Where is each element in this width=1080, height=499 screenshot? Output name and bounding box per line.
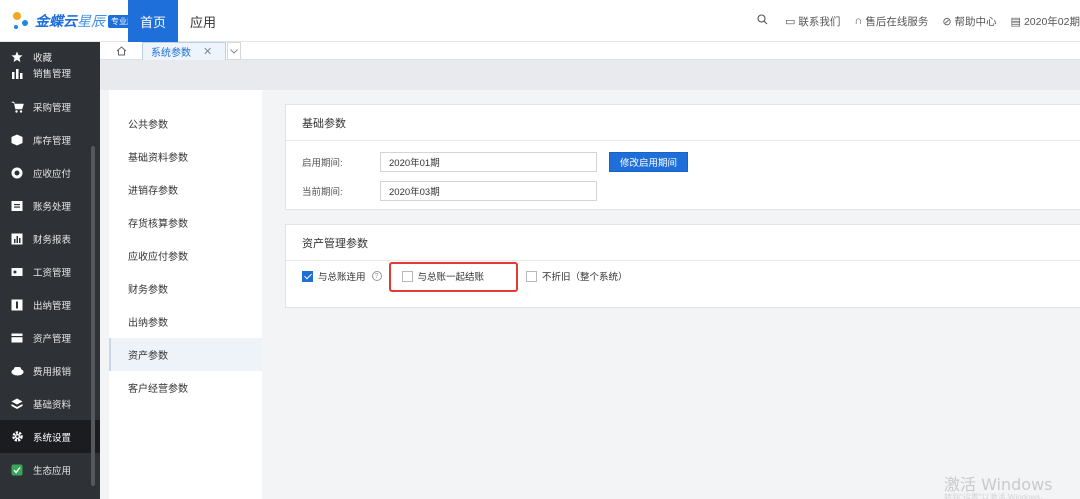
asset-icon: [10, 331, 24, 345]
payroll-icon: [10, 265, 24, 279]
sidebar: 收藏 销售管理 采购管理 库存管理 应收应付 账务处理 财务报表 工资管理 出纳…: [0, 42, 100, 499]
menu-item-finance-params[interactable]: 财务参数: [109, 272, 262, 305]
sidebar-item-ledger[interactable]: 账务处理: [0, 189, 100, 222]
gear-icon: [10, 430, 24, 444]
help-icon[interactable]: ?: [371, 271, 382, 281]
sidebar-item-assets[interactable]: 资产管理: [0, 321, 100, 354]
cart-icon: [10, 100, 24, 114]
option-link-gl[interactable]: 与总账连用 ?: [302, 269, 382, 283]
panel-title: 资产管理参数: [286, 225, 1080, 261]
field-label: 当前期间:: [302, 187, 343, 198]
sidebar-item-inventory[interactable]: 库存管理: [0, 123, 100, 156]
sidebar-item-receivables[interactable]: 应收应付: [0, 156, 100, 189]
menu-item-cashier-params[interactable]: 出纳参数: [109, 305, 262, 338]
home-tab-icon[interactable]: [114, 42, 128, 59]
toolbar-area: [100, 60, 1080, 90]
chevron-down-icon[interactable]: [227, 42, 241, 60]
current-period-row: 当前期间: 2020年03期: [302, 181, 597, 201]
menu-item-purchase-sales-params[interactable]: 进销存参数: [109, 173, 262, 206]
cube-icon: [10, 133, 24, 147]
panel-title: 基础参数: [286, 105, 1080, 141]
ledger-icon: [10, 199, 24, 213]
sidebar-item-expenses[interactable]: 费用报销: [0, 354, 100, 387]
menu-item-customer-params[interactable]: 客户经营参数: [109, 371, 262, 404]
sidebar-scrollbar[interactable]: [91, 146, 95, 486]
help-center-link[interactable]: ⊘ 帮助中心: [942, 14, 996, 29]
checkbox-unchecked[interactable]: [526, 270, 538, 282]
sidebar-item-payroll[interactable]: 工资管理: [0, 255, 100, 288]
headset-icon: ∩: [854, 15, 863, 27]
menu-item-master-data-params[interactable]: 基础资料参数: [109, 140, 262, 173]
coin-icon: [10, 166, 24, 180]
current-period-field[interactable]: 2020年03期: [380, 181, 597, 201]
brand-name: 金蝶云星辰: [35, 13, 105, 29]
menu-item-inventory-costing-params[interactable]: 存货核算参数: [109, 206, 262, 239]
search-button[interactable]: [757, 14, 771, 28]
after-sales-link[interactable]: ∩ 售后在线服务: [854, 14, 928, 29]
sidebar-item-reports[interactable]: 财务报表: [0, 222, 100, 255]
contact-icon: ▭: [785, 15, 796, 28]
sidebar-item-master-data[interactable]: 基础资料: [0, 387, 100, 420]
cashier-icon: [10, 298, 24, 312]
nav-home[interactable]: 首页: [128, 0, 178, 42]
sidebar-item-system-settings[interactable]: 系统设置: [0, 420, 100, 453]
menu-item-public-params[interactable]: 公共参数: [109, 107, 262, 140]
option-no-depreciation[interactable]: 不折旧（整个系统）: [526, 269, 628, 283]
enable-period-field[interactable]: 2020年01期: [380, 152, 597, 172]
nav-apps[interactable]: 应用: [190, 0, 216, 42]
top-bar: 金蝶云星辰 专业版 首页 应用 ▭ 联系我们 ∩ 售后在线服务 ⊘ 帮助中心 ▤…: [0, 0, 1080, 42]
bar-chart-icon: [10, 66, 24, 80]
highlight-box: [389, 262, 518, 292]
enable-period-row: 启用期间: 2020年01期 修改启用期间: [302, 152, 689, 172]
help-circle-icon: ⊘: [942, 15, 952, 28]
report-icon: [10, 232, 24, 246]
sidebar-item-eco-apps[interactable]: 生态应用: [0, 453, 100, 486]
menu-item-asset-params[interactable]: 资产参数: [109, 338, 262, 371]
contact-us-link[interactable]: ▭ 联系我们: [785, 14, 840, 29]
menu-item-receivables-params[interactable]: 应收应付参数: [109, 239, 262, 272]
params-menu: 公共参数 基础资料参数 进销存参数 存货核算参数 应收应付参数 财务参数 出纳参…: [109, 90, 262, 499]
logo-icon: [10, 10, 32, 32]
field-label: 启用期间:: [302, 158, 343, 169]
calendar-icon: ▤: [1010, 15, 1021, 28]
header-utilities: ▭ 联系我们 ∩ 售后在线服务 ⊘ 帮助中心 ▤ 2020年02期: [757, 0, 1080, 42]
search-icon: [757, 14, 768, 28]
sidebar-item-purchase[interactable]: 采购管理: [0, 90, 100, 123]
layers-icon: [10, 397, 24, 411]
tab-strip: 系统参数 ✕: [100, 42, 1080, 60]
sidebar-item-favorites[interactable]: 收藏: [0, 42, 100, 66]
modify-period-button[interactable]: 修改启用期间: [609, 152, 689, 172]
eco-app-icon: [10, 463, 24, 477]
close-tab-icon[interactable]: ✕: [203, 45, 212, 58]
period-selector[interactable]: ▤ 2020年02期: [1011, 14, 1080, 29]
star-icon: [10, 50, 24, 64]
activation-watermark-subtitle: 转到"设置"以激活 Windows。: [944, 493, 1049, 499]
checkbox-checked[interactable]: [302, 270, 313, 282]
expense-icon: [10, 364, 24, 378]
sidebar-item-cashier[interactable]: 出纳管理: [0, 288, 100, 321]
brand-logo[interactable]: 金蝶云星辰 专业版: [10, 9, 138, 33]
sidebar-item-sales[interactable]: 销售管理: [0, 66, 100, 80]
tab-system-params[interactable]: 系统参数 ✕: [142, 42, 226, 60]
basic-params-panel: 基础参数 启用期间: 2020年01期 修改启用期间 当前期间: 2020年03…: [285, 104, 1080, 210]
